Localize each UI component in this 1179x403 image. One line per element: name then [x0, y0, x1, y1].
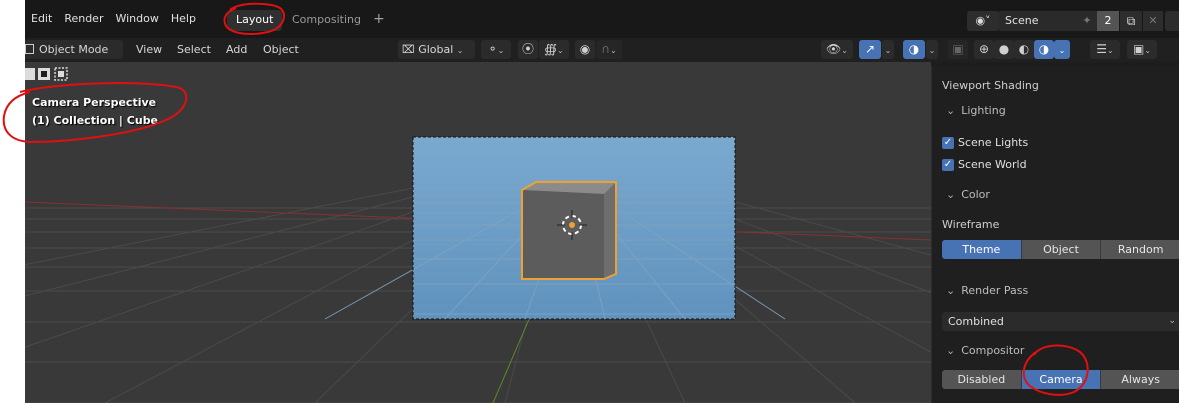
tab-layout[interactable]: Layout: [227, 10, 283, 31]
chevron-down-icon: ⌄: [946, 104, 956, 117]
menu-render[interactable]: Render: [58, 12, 109, 25]
menu-view[interactable]: View: [136, 40, 162, 59]
viewport-scene: [25, 136, 931, 403]
compositor-section[interactable]: ⌄ Compositor: [946, 344, 1024, 357]
duplicate-scene-icon[interactable]: ⧉: [1120, 11, 1142, 31]
transform-orientation-dropdown[interactable]: ⌧ Global ⌄: [398, 40, 475, 59]
snap-icon[interactable]: ⦿: [518, 40, 538, 59]
scene-lights-checkbox[interactable]: ✓ Scene Lights: [942, 136, 1028, 149]
popover-title: Viewport Shading: [942, 79, 1039, 92]
chevron-down-icon: ⌄: [946, 188, 956, 201]
menu-window[interactable]: Window: [109, 12, 164, 25]
3d-viewport[interactable]: Camera Perspective (1) Collection | Cube: [25, 62, 931, 403]
compositor-disabled-button[interactable]: Disabled: [942, 370, 1022, 389]
tab-compositing[interactable]: Compositing: [283, 10, 370, 31]
view-layer-icon[interactable]: [1165, 11, 1179, 31]
top-menu-bar: Edit Render Window Help Layout Compositi…: [25, 0, 1179, 38]
collection-label: (1) Collection | Cube: [32, 114, 159, 127]
mode-dropdown[interactable]: Object Mode ⌄: [25, 40, 123, 74]
editor-type-icon[interactable]: ☰⌄: [1090, 40, 1120, 59]
shading-popover-toggle[interactable]: ⌄: [1054, 40, 1070, 59]
checkmark-icon: ✓: [942, 158, 954, 171]
rendered-shading-icon[interactable]: ◑: [1034, 40, 1054, 59]
wireframe-label: Wireframe: [942, 218, 1000, 231]
select-mode-icons[interactable]: [25, 66, 71, 82]
pin-icon[interactable]: ✦: [1077, 11, 1097, 31]
lighting-section[interactable]: ⌄ Lighting: [946, 104, 1006, 117]
menu-edit[interactable]: Edit: [25, 12, 58, 25]
wire-theme-button[interactable]: Theme: [942, 240, 1022, 259]
render-pass-value: Combined: [948, 315, 1004, 328]
visibility-icon[interactable]: 👁⌄: [821, 40, 853, 59]
falloff-icon[interactable]: ∩⌄: [596, 40, 622, 59]
wireframe-color-selector: Theme Object Random: [942, 240, 1179, 259]
menu-add[interactable]: Add: [226, 40, 247, 59]
overlays-icon[interactable]: ◑: [903, 40, 925, 59]
mode-label: Object Mode: [39, 43, 109, 56]
wire-object-button[interactable]: Object: [1021, 240, 1102, 259]
menu-help[interactable]: Help: [165, 12, 202, 25]
blender-window: Edit Render Window Help Layout Compositi…: [25, 0, 1179, 403]
viewport-shading-popover: Viewport Shading ⌄ Lighting ✓ Scene Light…: [931, 66, 1179, 403]
compositor-label: Compositor: [961, 344, 1025, 357]
add-workspace-icon[interactable]: +: [373, 11, 385, 27]
viewport-header: Object Mode ⌄ View Select Add Object ⌧ G…: [25, 38, 1179, 74]
snap-target-icon[interactable]: ∰⌄: [539, 40, 569, 59]
scene-world-label: Scene World: [958, 158, 1027, 171]
gizmo-icon[interactable]: ↗: [859, 40, 881, 59]
solid-shading-icon[interactable]: ●: [994, 40, 1014, 59]
close-icon[interactable]: ✕: [1143, 11, 1163, 31]
color-label: Color: [961, 188, 990, 201]
render-pass-label: Render Pass: [961, 284, 1029, 297]
checkmark-icon: ✓: [942, 136, 954, 149]
color-section[interactable]: ⌄ Color: [946, 188, 990, 201]
compositor-camera-button[interactable]: Camera: [1021, 370, 1102, 389]
xray-icon[interactable]: ▣: [948, 40, 968, 59]
compositor-always-button[interactable]: Always: [1101, 370, 1179, 389]
view-name-label: Camera Perspective: [32, 96, 157, 109]
chevron-down-icon[interactable]: ⌄: [882, 40, 894, 59]
chevron-down-icon: ⌄: [946, 284, 956, 297]
proportional-edit-icon[interactable]: ◉: [575, 40, 595, 59]
wireframe-shading-icon[interactable]: ⊕: [974, 40, 994, 59]
lighting-label: Lighting: [961, 104, 1006, 117]
scene-name-field[interactable]: Scene: [999, 11, 1077, 31]
render-pass-dropdown[interactable]: Combined ⌄: [942, 312, 1179, 331]
chevron-down-icon: ⌄: [946, 344, 956, 357]
scene-lights-label: Scene Lights: [958, 136, 1029, 149]
object-mode-icon: [25, 44, 34, 54]
scene-selector-icon[interactable]: ◉˅: [967, 11, 999, 31]
compositor-selector: Disabled Camera Always: [942, 370, 1179, 389]
main-menu: Edit Render Window Help: [25, 12, 202, 25]
orientation-label: Global: [418, 43, 454, 56]
wire-random-button[interactable]: Random: [1101, 240, 1179, 259]
orientation-icon: ⌧: [402, 43, 415, 56]
render-pass-section[interactable]: ⌄ Render Pass: [946, 284, 1028, 297]
material-shading-icon[interactable]: ◐: [1014, 40, 1034, 59]
pivot-point-icon[interactable]: ⚬⌄: [481, 40, 511, 59]
menu-select[interactable]: Select: [177, 40, 211, 59]
display-mode-icon[interactable]: ▣⌄: [1127, 40, 1157, 59]
menu-object[interactable]: Object: [263, 40, 299, 59]
chevron-down-icon: ⌄: [456, 46, 464, 55]
chevron-down-icon[interactable]: ⌄: [926, 40, 938, 59]
scene-world-checkbox[interactable]: ✓ Scene World: [942, 158, 1027, 171]
chevron-down-icon: ⌄: [1168, 316, 1176, 326]
scene-users-count: 2: [1097, 11, 1119, 31]
